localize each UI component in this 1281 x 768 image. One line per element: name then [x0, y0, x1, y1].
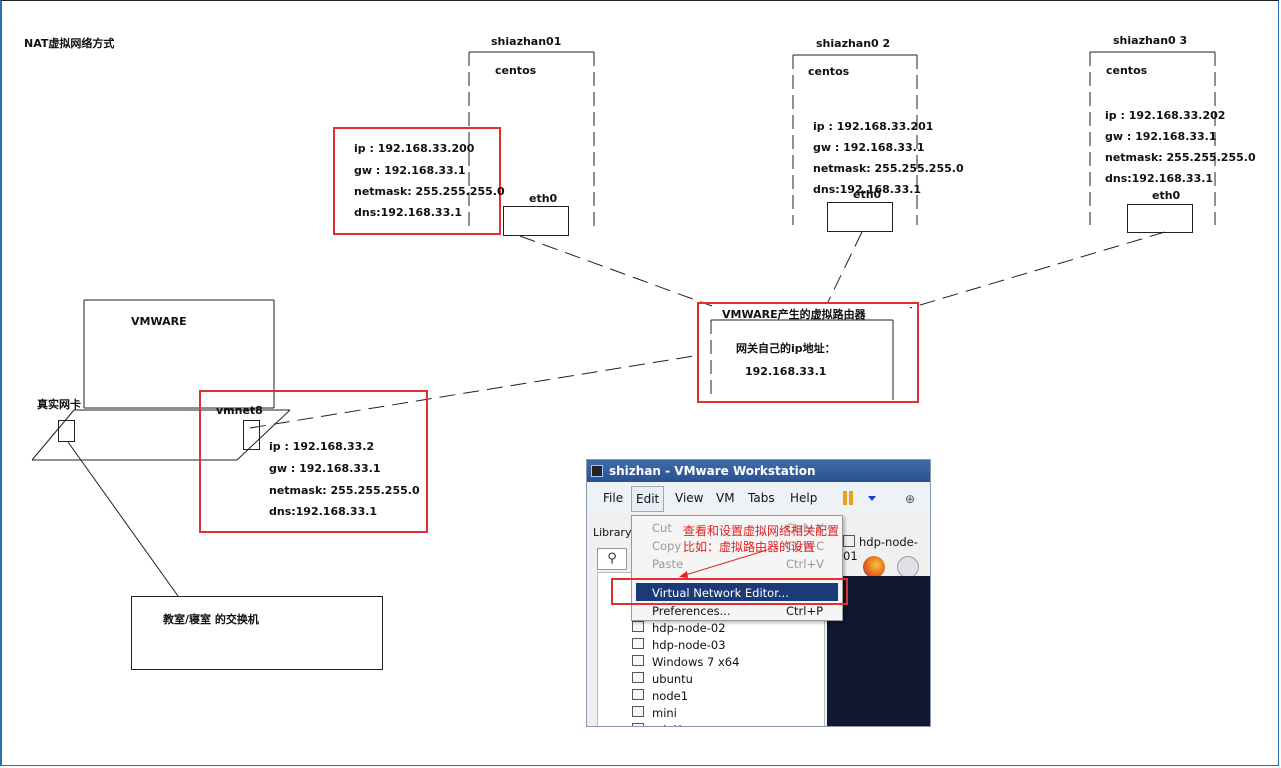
vmnet8-netmask: netmask: 255.255.255.0: [269, 484, 420, 497]
host2-eth0-label: eth0: [853, 188, 882, 201]
host2-gw: gw : 192.168.33.1: [813, 141, 925, 154]
switch-label: 教室/寝室 的交换机: [163, 613, 259, 626]
vmnet8-gw: gw : 192.168.33.1: [269, 462, 381, 475]
host2-os: centos: [808, 65, 850, 78]
vmnet8-label: vmnet8: [216, 404, 263, 417]
host3-eth0-box: [1127, 204, 1193, 233]
real-nic-port: [58, 420, 75, 442]
diagram-title: NAT虚拟网络方式: [24, 37, 115, 50]
host2-netmask: netmask: 255.255.255.0: [813, 162, 964, 175]
vmware-label: VMWARE: [131, 315, 187, 328]
host3-dns: dns:192.168.33.1: [1105, 172, 1214, 185]
host2-name: shiazhan0 2: [816, 37, 891, 50]
host1-ip: ip : 192.168.33.200: [354, 142, 475, 155]
link-host2-router: [827, 231, 863, 303]
host3-eth0-label: eth0: [1152, 189, 1181, 202]
highlight-box: [611, 578, 848, 605]
host3-ip: ip : 192.168.33.202: [1105, 109, 1226, 122]
router-title: VMWARE产生的虚拟路由器: [722, 308, 866, 321]
router-gateway-label: 网关自己的ip地址：: [736, 342, 836, 355]
host2-ip: ip : 192.168.33.201: [813, 120, 934, 133]
host3-os: centos: [1106, 64, 1148, 77]
link-host1-router: [519, 235, 713, 307]
vmnet8-ip: ip : 192.168.33.2: [269, 440, 375, 453]
host2-eth0-box: [827, 202, 893, 232]
host1-eth0-label: eth0: [529, 192, 558, 205]
link-host3-router: [909, 231, 1166, 309]
host1-netmask: netmask: 255.255.255.0: [354, 185, 505, 198]
vmnet8-dns: dns:192.168.33.1: [269, 505, 378, 518]
vmware-workstation-screenshot: shizhan - VMware Workstation File Edit V…: [586, 459, 931, 727]
host3-gw: gw : 192.168.33.1: [1105, 130, 1217, 143]
host1-eth0-box: [503, 206, 569, 236]
host1-os: centos: [495, 64, 537, 77]
switch-box: [131, 596, 383, 670]
host3-netmask: netmask: 255.255.255.0: [1105, 151, 1256, 164]
link-nic-switch: [67, 441, 179, 597]
host3-name: shiazhan0 3: [1113, 34, 1188, 47]
host1-gw: gw : 192.168.33.1: [354, 164, 466, 177]
router-ip: 192.168.33.1: [745, 365, 827, 378]
host1-name: shiazhan01: [491, 35, 562, 48]
host1-dns: dns:192.168.33.1: [354, 206, 463, 219]
real-nic-label: 真实网卡: [37, 398, 81, 411]
vmnet8-port: [243, 420, 260, 450]
